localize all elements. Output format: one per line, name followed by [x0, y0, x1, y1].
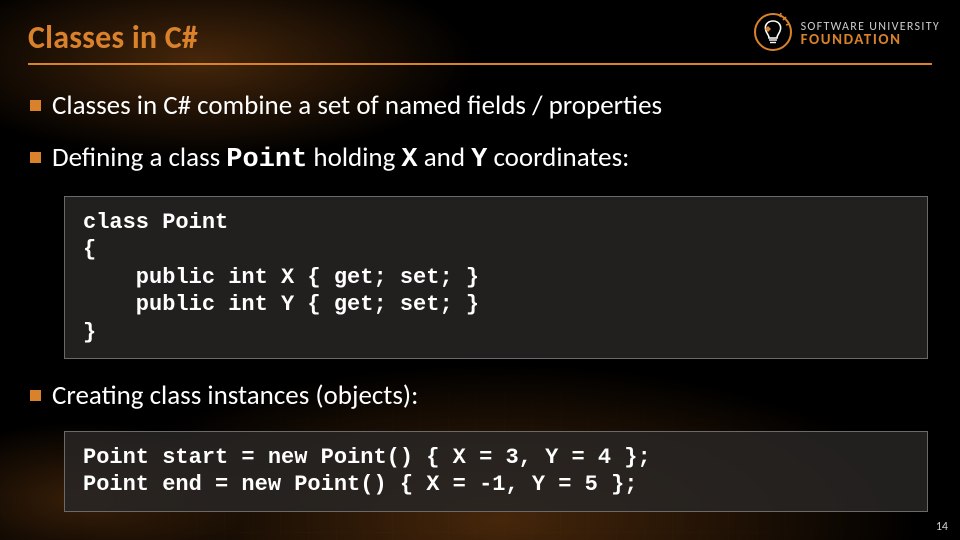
mono-text: X — [401, 145, 417, 175]
bullet-item: Classes in C# combine a set of named fie… — [28, 89, 932, 123]
page-number: 14 — [936, 520, 948, 534]
logo-text-line2: FOUNDATION — [801, 33, 940, 48]
bullet-text: Defining a class Point holding X and Y c… — [52, 141, 629, 174]
text: holding — [307, 141, 401, 174]
text: Classes in C# combine a set of named fie… — [52, 89, 662, 122]
bullet-text: Creating class instances (objects): — [52, 379, 418, 412]
bullet-text: Classes in C# combine a set of named fie… — [52, 89, 662, 122]
text: coordinates: — [487, 141, 629, 174]
mono-text: Y — [471, 145, 487, 175]
bullet-list: Creating class instances (objects): — [28, 379, 932, 413]
mono-text: Point — [226, 145, 307, 175]
title-underline — [28, 63, 932, 65]
text: Defining a class — [52, 141, 226, 174]
slide: SOFTWARE UNIVERSITY FOUNDATION Classes i… — [0, 0, 960, 540]
code-block-instances: Point start = new Point() { X = 3, Y = 4… — [64, 431, 928, 512]
bullet-list: Classes in C# combine a set of named fie… — [28, 89, 932, 178]
bullet-item: Creating class instances (objects): — [28, 379, 932, 413]
code-block-class-definition: class Point { public int X { get; set; }… — [64, 196, 928, 360]
text: and — [418, 141, 472, 174]
text: Creating class instances (objects): — [52, 379, 418, 412]
bullet-item: Defining a class Point holding X and Y c… — [28, 141, 932, 178]
logo: SOFTWARE UNIVERSITY FOUNDATION — [753, 12, 940, 57]
lightbulb-icon — [753, 12, 793, 57]
